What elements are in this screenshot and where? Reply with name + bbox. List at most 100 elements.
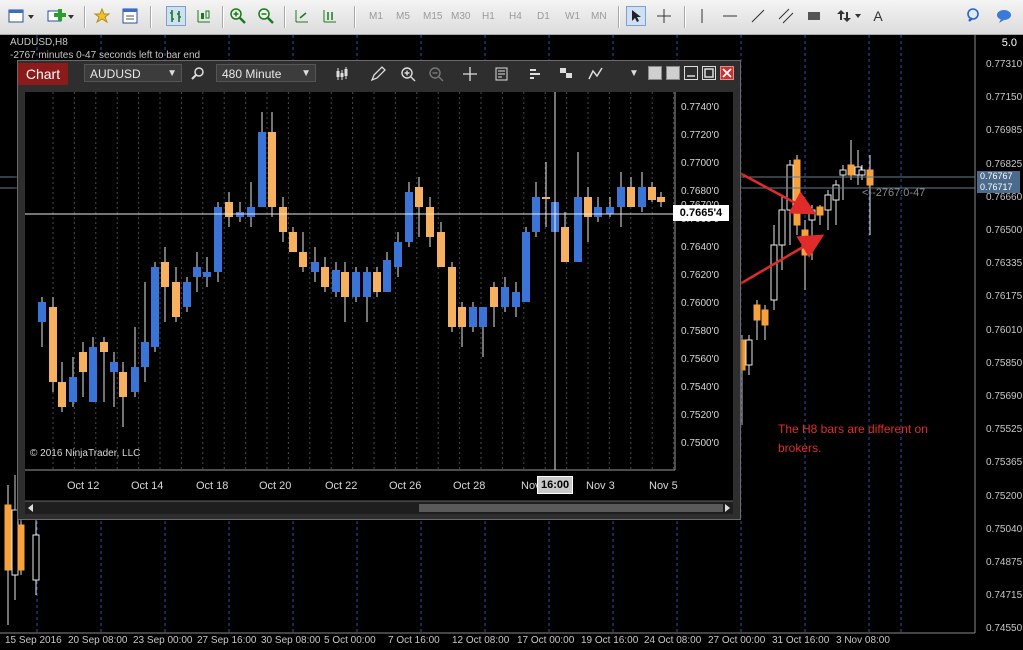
mt4-time-label: 15 Sep 2016 (5, 635, 62, 646)
mt4-price-label: 0.75850 (986, 357, 1023, 369)
mt4-scale-label: 5.0 (1001, 37, 1017, 49)
nt-candle (311, 262, 319, 272)
mt4-price-label: 0.75525 (986, 424, 1023, 436)
mt4-price-label: 0.76985 (986, 125, 1023, 137)
nt-price-label: 0.7640'0 (681, 242, 720, 253)
bar-countdown-value: -2767:0-47 (872, 187, 926, 199)
draw-pencil-icon[interactable] (368, 64, 388, 84)
new-chart-icon[interactable] (6, 6, 36, 26)
timeframe-m15[interactable]: M15 (423, 11, 442, 22)
timeframe-m1[interactable]: M1 (369, 11, 383, 22)
horizontal-scrollbar[interactable] (25, 501, 733, 514)
mt4-candle (745, 339, 753, 366)
indicators-icon[interactable] (526, 64, 546, 84)
chart-style-icon[interactable] (332, 64, 352, 84)
nt-candle (627, 187, 635, 207)
zoom-out-icon[interactable] (256, 6, 276, 26)
window-minimize-button[interactable] (684, 66, 698, 80)
zoom-out-icon[interactable] (426, 64, 446, 84)
profiles-icon[interactable] (44, 6, 76, 26)
nt-candle (574, 197, 582, 262)
nt-candle (151, 267, 159, 347)
interval-value: 480 Minute (222, 67, 282, 81)
interval-select[interactable]: 480 Minute ▼ (216, 64, 316, 82)
mt4-candle (761, 309, 769, 326)
nt-candle (638, 187, 646, 207)
menu-chevron-icon[interactable]: ▼ (624, 64, 644, 84)
scrollbar-thumb[interactable] (419, 504, 723, 512)
timeframe-w1[interactable]: W1 (565, 11, 580, 22)
nt-chart-panel[interactable]: 0.7740'00.7720'00.7700'00.7680'00.7670'0… (25, 92, 733, 500)
timeframe-h1[interactable]: H1 (482, 11, 495, 22)
nt-candle (490, 287, 498, 307)
toolbar-separator (618, 6, 619, 28)
toolbar-separator (222, 6, 223, 28)
nt-candle (394, 242, 402, 267)
mt4-price-label: 0.76500 (986, 225, 1023, 236)
chart-shift-icon[interactable] (320, 6, 340, 26)
mt4-time-label: 24 Oct 08:00 (644, 635, 702, 646)
timeframe-d1[interactable]: D1 (537, 11, 550, 22)
window-maximize-button[interactable] (702, 66, 716, 80)
mt4-candle (793, 159, 801, 226)
crosshair-icon[interactable] (460, 64, 480, 84)
nt-candle (110, 362, 118, 372)
auto-scroll-icon[interactable] (292, 6, 312, 26)
current-price-flag: 0.7665'4 (673, 205, 729, 221)
nt-toolbar: Chart AUDUSD ▼ 480 Minute ▼ ▼ (18, 61, 740, 87)
timeframe-mn[interactable]: MN (591, 11, 607, 22)
nt-candle (258, 132, 266, 207)
nt-candle (247, 207, 255, 217)
strategies-icon[interactable] (556, 64, 576, 84)
drawing-tools-icon[interactable] (586, 64, 606, 84)
vertical-line-icon[interactable] (692, 6, 712, 26)
annotation-note: The H8 bars are different on brokers. (778, 422, 928, 455)
toolbar-separator (684, 6, 685, 28)
nt-candle (214, 207, 222, 272)
mt4-candle (816, 206, 824, 216)
search-icon[interactable] (964, 6, 984, 26)
zoom-in-icon[interactable] (398, 64, 418, 84)
candlestick-chart-icon[interactable] (194, 6, 214, 26)
mt4-time-label: 27 Sep 16:00 (197, 635, 257, 646)
nt-date-label: Oct 20 (259, 480, 292, 492)
cursor-arrow-icon[interactable] (626, 6, 646, 26)
mt4-candle (847, 164, 855, 176)
nt-price-label: 0.7520'0 (681, 410, 720, 421)
nt-candle (203, 272, 211, 277)
search-icon[interactable] (188, 64, 208, 84)
arrows-icon[interactable] (834, 6, 864, 26)
mt4-candle (839, 169, 847, 176)
nt-candle (69, 377, 77, 402)
timeframe-m30[interactable]: M30 (451, 11, 470, 22)
text-tool-icon[interactable]: A (870, 6, 886, 26)
trendline-icon[interactable] (748, 6, 768, 26)
timeframe-h4[interactable]: H4 (509, 11, 522, 22)
shapes-icon[interactable] (804, 6, 824, 26)
scroll-right-icon[interactable] (723, 503, 731, 513)
instrument-select[interactable]: AUDUSD ▼ (84, 64, 182, 82)
nt-candle (268, 132, 276, 207)
nt-candle (79, 352, 87, 372)
window-close-button[interactable] (720, 66, 734, 80)
crosshair-icon[interactable] (654, 6, 674, 26)
chevron-down-icon: ▼ (167, 68, 177, 79)
chat-icon[interactable] (994, 6, 1014, 26)
chart-tab[interactable]: Chart (18, 63, 68, 85)
nt-date-label: Oct 18 (196, 480, 229, 492)
nt-price-label: 0.7580'0 (681, 326, 720, 337)
channel-icon[interactable] (776, 6, 796, 26)
scroll-left-icon[interactable] (27, 503, 35, 513)
data-window-icon[interactable] (120, 6, 140, 26)
data-box-icon[interactable] (492, 64, 512, 84)
window-tile-button[interactable] (648, 66, 662, 80)
mt4-candle (4, 504, 12, 571)
ninjatrader-chart-window[interactable]: Chart AUDUSD ▼ 480 Minute ▼ ▼ 0.7740'0 0… (17, 60, 741, 520)
nt-candle (415, 187, 423, 207)
window-tile2-button[interactable] (666, 66, 680, 80)
timeframe-m5[interactable]: M5 (396, 11, 410, 22)
horizontal-line-icon[interactable] (720, 6, 740, 26)
favorites-star-icon[interactable] (92, 6, 112, 26)
zoom-in-icon[interactable] (228, 6, 248, 26)
bar-chart-icon[interactable] (166, 6, 186, 26)
